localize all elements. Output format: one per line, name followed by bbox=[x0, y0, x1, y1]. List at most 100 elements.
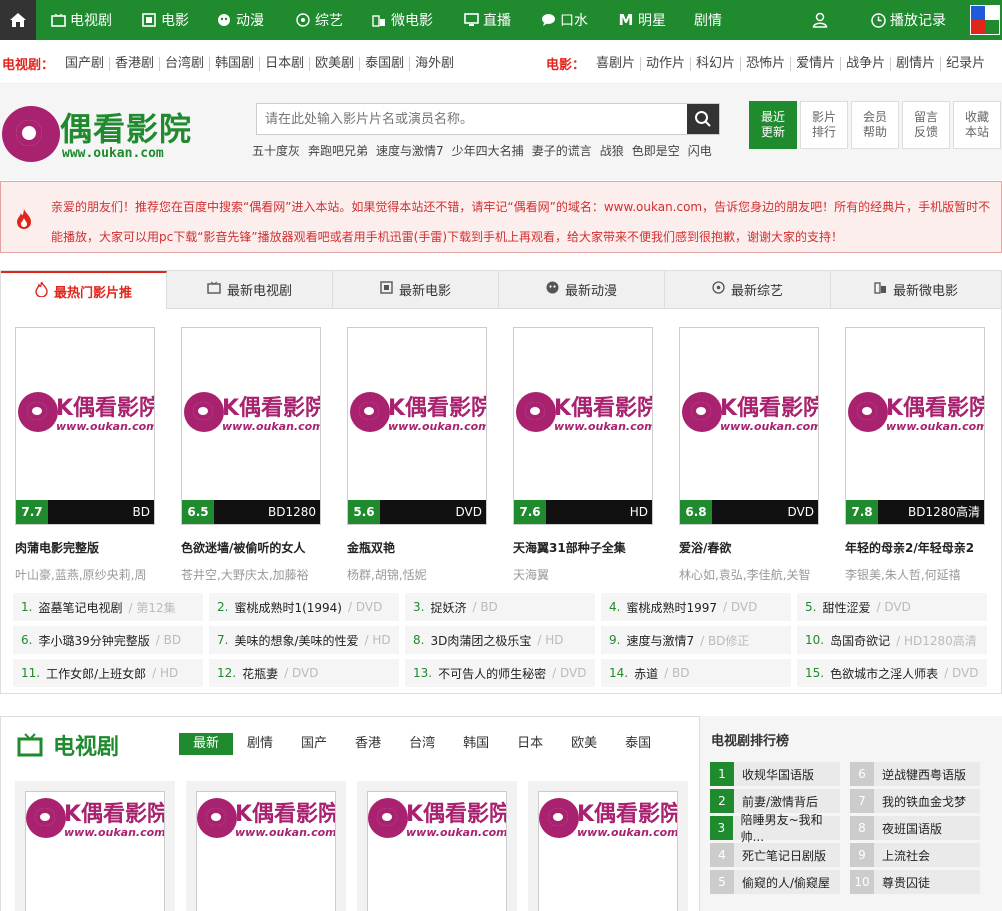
nav-micro-film[interactable]: 微电影 bbox=[371, 0, 433, 40]
tv-filter-tab[interactable]: 最新 bbox=[179, 733, 234, 755]
tv-rank-item[interactable]: 1 收规华国语版 bbox=[710, 762, 840, 786]
tv-poster[interactable]: K偶看影院 www.oukan.com bbox=[25, 791, 165, 911]
rank-item[interactable]: 4. 蜜桃成熟时1997 / DVD bbox=[601, 593, 791, 621]
movie-poster[interactable]: K偶看影院 www.oukan.com 7.6 HD bbox=[513, 327, 653, 525]
tv-poster[interactable]: K偶看影院 www.oukan.com bbox=[367, 791, 507, 911]
nav-movie[interactable]: 电影 bbox=[141, 0, 189, 40]
movie-category-link[interactable]: 动作片 bbox=[641, 56, 692, 71]
movie-card[interactable]: K偶看影院 www.oukan.com 5.6 DVD 金瓶双艳 杨群,胡锦,恬… bbox=[347, 327, 487, 583]
movie-category-link[interactable]: 喜剧片 bbox=[591, 56, 642, 71]
movie-title[interactable]: 年轻的母亲2/年轻母亲2 bbox=[845, 539, 985, 556]
member-help-button[interactable]: 会员 帮助 bbox=[851, 101, 899, 149]
rank-item[interactable]: 12. 花瓶妻 / DVD bbox=[209, 659, 399, 687]
movie-poster[interactable]: K偶看影院 www.oukan.com 6.5 BD1280 bbox=[181, 327, 321, 525]
tv-card[interactable]: K偶看影院 www.oukan.com bbox=[528, 781, 688, 911]
rank-item[interactable]: 9. 速度与激情7 / BD修正 bbox=[601, 626, 791, 654]
rank-item[interactable]: 8. 3D肉蒲团之极乐宝 / HD bbox=[405, 626, 595, 654]
movie-title[interactable]: 金瓶双艳 bbox=[347, 539, 487, 556]
movie-category-link[interactable]: 剧情片 bbox=[891, 56, 942, 71]
tv-filter-tab[interactable]: 剧情 bbox=[233, 733, 287, 755]
bookmark-button[interactable]: 收藏 本站 bbox=[953, 101, 1001, 149]
tv-card[interactable]: K偶看影院 www.oukan.com bbox=[357, 781, 517, 911]
tv-rank-item[interactable]: 2 前妻/激情背后 bbox=[710, 789, 840, 813]
rank-item[interactable]: 13. 不可告人的师生秘密 / DVD bbox=[405, 659, 595, 687]
movie-poster[interactable]: K偶看影院 www.oukan.com 5.6 DVD bbox=[347, 327, 487, 525]
theme-switch-icon[interactable] bbox=[970, 5, 1000, 35]
rank-item[interactable]: 15. 色欲城市之淫人师表 / DVD bbox=[797, 659, 987, 687]
tv-rank-item[interactable]: 3 陪睡男友~我和帅... bbox=[710, 813, 840, 844]
nav-anime[interactable]: 动漫 bbox=[216, 0, 264, 40]
tab-latest-anime[interactable]: 最新动漫 bbox=[499, 271, 665, 309]
hot-word-link[interactable]: 妻子的谎言 bbox=[532, 142, 592, 159]
hot-word-link[interactable]: 少年四大名捕 bbox=[452, 142, 524, 159]
tab-latest-variety[interactable]: 最新综艺 bbox=[665, 271, 831, 309]
rank-item[interactable]: 5. 甜性涩爱 / DVD bbox=[797, 593, 987, 621]
hot-word-link[interactable]: 奔跑吧兄弟 bbox=[308, 142, 368, 159]
tv-filter-tab[interactable]: 台湾 bbox=[395, 733, 449, 755]
hot-word-link[interactable]: 五十度灰 bbox=[252, 142, 300, 159]
tv-category-link[interactable]: 欧美剧 bbox=[310, 56, 361, 71]
nav-tv[interactable]: 电视剧 bbox=[50, 0, 112, 40]
nav-live[interactable]: 直播 bbox=[463, 0, 511, 40]
search-input[interactable] bbox=[257, 104, 689, 134]
rank-item[interactable]: 2. 蜜桃成熟时1(1994) / DVD bbox=[209, 593, 399, 621]
rank-item[interactable]: 10. 岛国奇欲记 / HD1280高清 bbox=[797, 626, 987, 654]
rank-item[interactable]: 3. 捉妖济 / BD bbox=[405, 593, 595, 621]
hot-word-link[interactable]: 闪电 bbox=[688, 142, 712, 159]
movie-title[interactable]: 肉蒲电影完整版 bbox=[15, 539, 155, 556]
rank-item[interactable]: 1. 盗墓笔记电视剧 / 第12集 bbox=[13, 593, 203, 621]
tv-poster[interactable]: K偶看影院 www.oukan.com bbox=[196, 791, 336, 911]
rank-item[interactable]: 11. 工作女郎/上班女郎 / HD bbox=[13, 659, 203, 687]
movie-card[interactable]: K偶看影院 www.oukan.com 7.7 BD 肉蒲电影完整版 叶山豪,蓝… bbox=[15, 327, 155, 583]
tv-rank-item[interactable]: 10 尊贵囚徒 bbox=[850, 870, 980, 894]
movie-title[interactable]: 天海翼31部种子全集 bbox=[513, 539, 653, 556]
tab-latest-tv[interactable]: 最新电视剧 bbox=[167, 271, 333, 309]
movie-card[interactable]: K偶看影院 www.oukan.com 7.6 HD 天海翼31部种子全集 天海… bbox=[513, 327, 653, 583]
movie-card[interactable]: K偶看影院 www.oukan.com 6.5 BD1280 色欲迷墙/被偷听的… bbox=[181, 327, 321, 583]
tv-rank-item[interactable]: 8 夜班国语版 bbox=[850, 816, 980, 840]
feedback-button[interactable]: 留言 反馈 bbox=[902, 101, 950, 149]
movie-card[interactable]: K偶看影院 www.oukan.com 7.8 BD1280高清 年轻的母亲2/… bbox=[845, 327, 985, 583]
hot-word-link[interactable]: 战狼 bbox=[600, 142, 624, 159]
movie-poster[interactable]: K偶看影院 www.oukan.com 7.7 BD bbox=[15, 327, 155, 525]
nav-stars[interactable]: M 明星 bbox=[618, 0, 666, 40]
tab-latest-micro-film[interactable]: 最新微电影 bbox=[831, 271, 1001, 309]
tv-filter-tab[interactable]: 泰国 bbox=[611, 733, 665, 755]
tv-filter-tab[interactable]: 欧美 bbox=[557, 733, 611, 755]
tv-category-link[interactable]: 香港剧 bbox=[110, 56, 161, 71]
tv-category-link[interactable]: 韩国剧 bbox=[210, 56, 261, 71]
tv-card[interactable]: K偶看影院 www.oukan.com bbox=[15, 781, 175, 911]
rank-item[interactable]: 7. 美味的想象/美味的性爱 / HD bbox=[209, 626, 399, 654]
tv-category-link[interactable]: 海外剧 bbox=[410, 56, 459, 71]
nav-drama[interactable]: 剧情 bbox=[694, 0, 722, 40]
recent-updates-button[interactable]: 最近 更新 bbox=[749, 101, 797, 149]
tv-filter-tab[interactable]: 日本 bbox=[503, 733, 557, 755]
user-button[interactable] bbox=[812, 0, 828, 40]
rank-item[interactable]: 6. 李小璐39分钟完整版 / BD bbox=[13, 626, 203, 654]
tv-rank-item[interactable]: 7 我的铁血金戈梦 bbox=[850, 789, 980, 813]
movie-category-link[interactable]: 爱情片 bbox=[791, 56, 842, 71]
tv-poster[interactable]: K偶看影院 www.oukan.com bbox=[538, 791, 678, 911]
movie-poster[interactable]: K偶看影院 www.oukan.com 7.8 BD1280高清 bbox=[845, 327, 985, 525]
tab-hot[interactable]: 最热门影片推 bbox=[1, 271, 167, 309]
nav-variety[interactable]: 综艺 bbox=[295, 0, 343, 40]
tv-category-link[interactable]: 泰国剧 bbox=[360, 56, 411, 71]
movie-category-link[interactable]: 科幻片 bbox=[691, 56, 742, 71]
tv-rank-item[interactable]: 9 上流社会 bbox=[850, 843, 980, 867]
movie-category-link[interactable]: 战争片 bbox=[841, 56, 892, 71]
movie-title[interactable]: 爱浴/春欲 bbox=[679, 539, 819, 556]
tv-category-link[interactable]: 国产剧 bbox=[60, 56, 111, 71]
hot-word-link[interactable]: 色即是空 bbox=[632, 142, 680, 159]
search-button[interactable] bbox=[687, 104, 719, 134]
tv-card[interactable]: K偶看影院 www.oukan.com bbox=[186, 781, 346, 911]
home-button[interactable] bbox=[0, 0, 36, 40]
history-button[interactable]: 播放记录 bbox=[870, 0, 946, 40]
tv-category-link[interactable]: 台湾剧 bbox=[160, 56, 211, 71]
movie-card[interactable]: K偶看影院 www.oukan.com 6.8 DVD 爱浴/春欲 林心如,袁弘… bbox=[679, 327, 819, 583]
movie-category-link[interactable]: 纪录片 bbox=[941, 56, 990, 71]
tv-rank-item[interactable]: 6 逆战犍西粤语版 bbox=[850, 762, 980, 786]
movie-title[interactable]: 色欲迷墙/被偷听的女人 bbox=[181, 539, 321, 556]
tv-filter-tab[interactable]: 国产 bbox=[287, 733, 341, 755]
hot-word-link[interactable]: 速度与激情7 bbox=[376, 142, 444, 159]
tab-latest-movie[interactable]: 最新电影 bbox=[333, 271, 499, 309]
